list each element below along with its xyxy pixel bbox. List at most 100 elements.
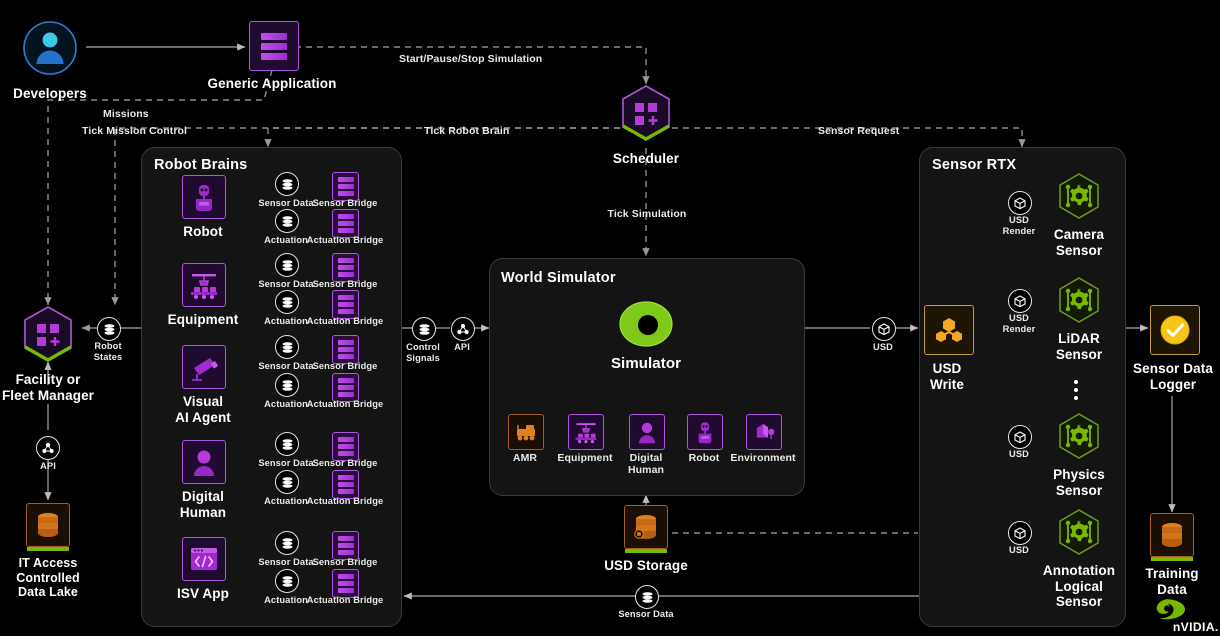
label-api-left: API bbox=[40, 461, 56, 471]
label-usd-storage: USD Storage bbox=[604, 558, 688, 573]
camera-icon[interactable] bbox=[182, 345, 226, 389]
sensor-bridge-4[interactable] bbox=[332, 531, 359, 560]
robot-brains-row-3: Digital Human bbox=[180, 440, 268, 520]
label-usd-2: USD bbox=[1009, 449, 1029, 459]
label-tick-robot-brain: Tick Robot Brain bbox=[424, 125, 510, 137]
label-lidar-sensor: LiDAR Sensor bbox=[1055, 331, 1103, 362]
label-digital-human: Digital Human bbox=[179, 489, 227, 520]
database-icon bbox=[26, 503, 70, 551]
check-circle-icon bbox=[1150, 305, 1200, 355]
sensor-list-ellipsis bbox=[1074, 380, 1078, 400]
sensor-hex-icon bbox=[1059, 173, 1099, 219]
digital-human-icon bbox=[629, 414, 665, 450]
actuation-badge-3 bbox=[275, 470, 299, 494]
usd-render-badge-0: USD Render bbox=[1003, 191, 1035, 236]
label-developers: Developers bbox=[13, 86, 87, 101]
world-asset-0[interactable]: AMR bbox=[508, 414, 544, 464]
database-usd-icon bbox=[624, 505, 668, 553]
label-start-pause-stop: Start/Pause/Stop Simulation bbox=[399, 53, 543, 65]
equipment-icon bbox=[568, 414, 604, 450]
svg-text:nVIDIA.: nVIDIA. bbox=[1173, 620, 1218, 634]
label-training-data: Training Data bbox=[1145, 566, 1199, 597]
usd-render-badge-1: USD Render bbox=[1003, 289, 1035, 334]
usd-cube-icon bbox=[1008, 425, 1032, 449]
sensor-hex-icon bbox=[1059, 277, 1099, 323]
robot-brains-row-4: ISV App bbox=[177, 537, 268, 602]
label-fleet-manager: Facility or Fleet Manager bbox=[1, 372, 95, 403]
node-sensor-data-logger[interactable]: Sensor Data Logger bbox=[1133, 305, 1213, 392]
robot-brains-row-0: Robot bbox=[182, 175, 258, 240]
node-developers[interactable]: Developers bbox=[13, 20, 87, 102]
equipment-icon[interactable] bbox=[182, 263, 226, 307]
robot-icon bbox=[687, 414, 723, 450]
usd-cube-icon bbox=[1008, 289, 1032, 313]
usd-badge-3: USD bbox=[1008, 521, 1032, 555]
actuation-badge-0 bbox=[275, 209, 299, 233]
node-simulator[interactable]: Simulator bbox=[611, 300, 681, 372]
label-camera-sensor: Camera Sensor bbox=[1053, 227, 1105, 258]
node-api-left[interactable]: API bbox=[36, 436, 60, 471]
label-sensor-bridge-0: Sensor Bridge bbox=[312, 198, 378, 208]
label-data-lake: IT Access Controlled Data Lake bbox=[16, 556, 80, 599]
label-robot-states: Robot States bbox=[93, 341, 123, 362]
actuation-bridge-3[interactable] bbox=[332, 470, 359, 499]
label-usd-mid: USD bbox=[873, 342, 893, 352]
sensor-bridge-2[interactable] bbox=[332, 335, 359, 364]
label-sensor-data-bottom: Sensor Data bbox=[618, 609, 674, 619]
node-generic-application[interactable]: Generic Application bbox=[208, 21, 336, 92]
actuation-badge-1 bbox=[275, 290, 299, 314]
api-icon bbox=[36, 436, 60, 460]
torus-icon bbox=[619, 301, 673, 347]
world-asset-3[interactable]: Robot bbox=[687, 414, 723, 464]
label-generic-application: Generic Application bbox=[207, 76, 337, 91]
label-missions: Missions bbox=[103, 108, 149, 120]
world-asset-2[interactable]: Digital Human bbox=[628, 414, 665, 476]
hexagon-apps-icon bbox=[622, 85, 670, 141]
node-usd-storage[interactable]: USD Storage bbox=[604, 505, 688, 574]
environment-icon bbox=[746, 414, 782, 450]
sensor-bridge-3[interactable] bbox=[332, 432, 359, 461]
node-annotation-sensor[interactable]: Annotation Logical Sensor bbox=[1043, 508, 1115, 610]
usd-cube-icon bbox=[1008, 521, 1032, 545]
label-actuation-bridge-1: Actuation Bridge bbox=[306, 316, 384, 326]
actuation-bridge-0[interactable] bbox=[332, 209, 359, 238]
label-isv-app: ISV App bbox=[177, 586, 229, 601]
label-usd-write: USD Write bbox=[929, 361, 964, 392]
robot-icon[interactable] bbox=[182, 175, 226, 219]
panel-robot-brains bbox=[141, 147, 402, 627]
sensor-data-badge-2 bbox=[275, 335, 299, 359]
actuation-bridge-4[interactable] bbox=[332, 569, 359, 598]
node-sensor-data-bottom: Sensor Data bbox=[618, 585, 674, 619]
sensor-data-badge-3 bbox=[275, 432, 299, 456]
node-training-data[interactable]: Training Data bbox=[1145, 513, 1199, 597]
world-asset-1[interactable]: Equipment bbox=[557, 414, 612, 464]
world-asset-4[interactable]: Environment bbox=[730, 414, 796, 464]
sensor-data-badge-0 bbox=[275, 172, 299, 196]
node-fleet-manager[interactable]: Facility or Fleet Manager bbox=[2, 305, 94, 403]
node-data-lake[interactable]: IT Access Controlled Data Lake bbox=[16, 503, 80, 600]
node-physics-sensor[interactable]: Physics Sensor bbox=[1053, 412, 1105, 498]
node-scheduler[interactable]: Scheduler bbox=[613, 84, 679, 167]
data-stack-icon bbox=[635, 585, 659, 609]
node-robot-states-badge: Robot States bbox=[94, 317, 122, 362]
actuation-bridge-1[interactable] bbox=[332, 290, 359, 319]
digital-human-icon[interactable] bbox=[182, 440, 226, 484]
label-tick-mission-control: Tick Mission Control bbox=[82, 125, 188, 137]
label-visual-ai-agent: Visual AI Agent bbox=[175, 394, 231, 425]
sensor-bridge-1[interactable] bbox=[332, 253, 359, 282]
node-lidar-sensor[interactable]: LiDAR Sensor bbox=[1056, 276, 1102, 362]
code-window-icon[interactable] bbox=[182, 537, 226, 581]
label-usd-3: USD bbox=[1009, 545, 1029, 555]
diagram-canvas: Robot Brains World Simulator Sensor RTX … bbox=[0, 0, 1220, 636]
node-usd-write[interactable]: USD Write bbox=[924, 305, 974, 392]
label-sensor-bridge-4: Sensor Bridge bbox=[312, 557, 378, 567]
node-camera-sensor[interactable]: Camera Sensor bbox=[1054, 172, 1104, 258]
hexagon-apps-icon bbox=[24, 306, 72, 362]
sensor-bridge-0[interactable] bbox=[332, 172, 359, 201]
sensor-data-badge-4 bbox=[275, 531, 299, 555]
sensor-hex-icon bbox=[1059, 413, 1099, 459]
server-rack-icon bbox=[249, 21, 299, 71]
actuation-bridge-2[interactable] bbox=[332, 373, 359, 402]
sensor-hex-icon bbox=[1059, 509, 1099, 555]
label-sensor-request: Sensor Request bbox=[818, 125, 900, 137]
